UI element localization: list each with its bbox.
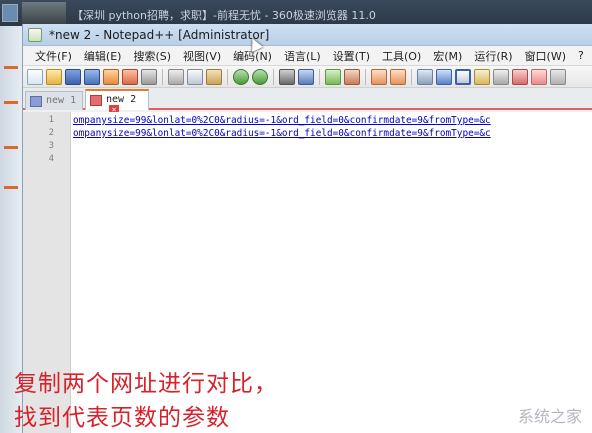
menu-run[interactable]: 运行(R) [468,48,518,64]
notepadpp-icon [28,28,42,42]
print-icon[interactable] [141,68,157,85]
menu-file[interactable]: 文件(F) [29,48,78,64]
line-number: 3 [48,141,54,151]
menu-bar: 文件(F) 编辑(E) 搜索(S) 视图(V) 编码(N) 语言(L) 设置(T… [23,46,592,66]
word-wrap-icon[interactable] [417,68,433,85]
sync-horizontal-icon[interactable] [390,68,406,85]
decor-stripe [4,101,18,104]
user-language-icon[interactable] [474,68,490,85]
copy-icon[interactable] [187,68,203,85]
save-icon[interactable] [65,68,81,85]
tab-new-2[interactable]: new 2 × [85,89,149,115]
toolbar-separator [273,68,274,85]
menu-macro[interactable]: 宏(M) [427,48,468,64]
indent-guide-icon[interactable] [455,68,471,85]
menu-window[interactable]: 窗口(W) [519,48,572,64]
close-all-icon[interactable] [122,68,138,85]
background-browser-titlebar: 【深圳 python招聘，求职】-前程无忧 - 360极速浏览器 11.0 [0,0,592,26]
document-icon [30,96,42,107]
browser-title: 【深圳 python招聘，求职】-前程无忧 - 360极速浏览器 11.0 [72,9,376,22]
zoom-in-icon[interactable] [325,68,341,85]
window-title: *new 2 - Notepad++ [Administrator] [49,28,270,42]
tutorial-caption-line-1: 复制两个网址进行对比， [14,371,278,397]
record-macro-icon[interactable] [531,68,547,85]
menu-settings[interactable]: 设置(T) [327,48,376,64]
toolbar [23,66,592,88]
menu-tools[interactable]: 工具(O) [376,48,427,64]
show-all-chars-icon[interactable] [436,68,452,85]
tab-label: new 1 [46,95,77,106]
zoom-out-icon[interactable] [344,68,360,85]
menu-help[interactable]: ? [572,49,590,62]
function-list-icon[interactable] [512,68,528,85]
line-number: 1 [48,115,54,125]
save-all-icon[interactable] [84,68,100,85]
paste-icon[interactable] [206,68,222,85]
unsaved-document-icon [90,95,102,106]
decor-stripe [4,146,18,149]
code-line-1[interactable]: ompanysize=99&lonlat=0%2C0&radius=-1&ord… [73,115,491,126]
menu-edit[interactable]: 编辑(E) [78,48,128,64]
decor-stripe [4,66,18,69]
close-file-icon[interactable] [103,68,119,85]
tab-bar: new 1 new 2 × [23,88,592,115]
decor-stripe [4,186,18,189]
tab-new-1[interactable]: new 1 [25,91,83,110]
browser-app-icon [2,4,18,22]
open-folder-icon[interactable] [46,68,62,85]
new-file-icon[interactable] [27,68,43,85]
stop-macro-icon[interactable] [550,68,566,85]
cut-icon[interactable] [168,68,184,85]
find-icon[interactable] [279,68,295,85]
undo-icon[interactable] [233,68,249,85]
toolbar-separator [365,68,366,85]
browser-thumbnail [22,2,66,24]
menu-view[interactable]: 视图(V) [177,48,227,64]
redo-icon[interactable] [252,68,268,85]
line-number: 2 [48,128,54,138]
tab-label: new 2 [106,94,137,105]
line-number: 4 [48,154,54,164]
menu-search[interactable]: 搜索(S) [127,48,177,64]
watermark: 系统之家 [517,407,582,426]
toolbar-separator [411,68,412,85]
doc-map-icon[interactable] [493,68,509,85]
toolbar-separator [162,68,163,85]
toolbar-separator [227,68,228,85]
tutorial-caption-line-2: 找到代表页数的参数 [14,405,230,431]
toolbar-separator [319,68,320,85]
sync-vertical-icon[interactable] [371,68,387,85]
window-titlebar[interactable]: *new 2 - Notepad++ [Administrator] [23,24,592,52]
code-line-2[interactable]: ompanysize=99&lonlat=0%2C0&radius=-1&ord… [73,128,491,139]
menu-language[interactable]: 语言(L) [278,48,327,64]
replace-icon[interactable] [298,68,314,85]
